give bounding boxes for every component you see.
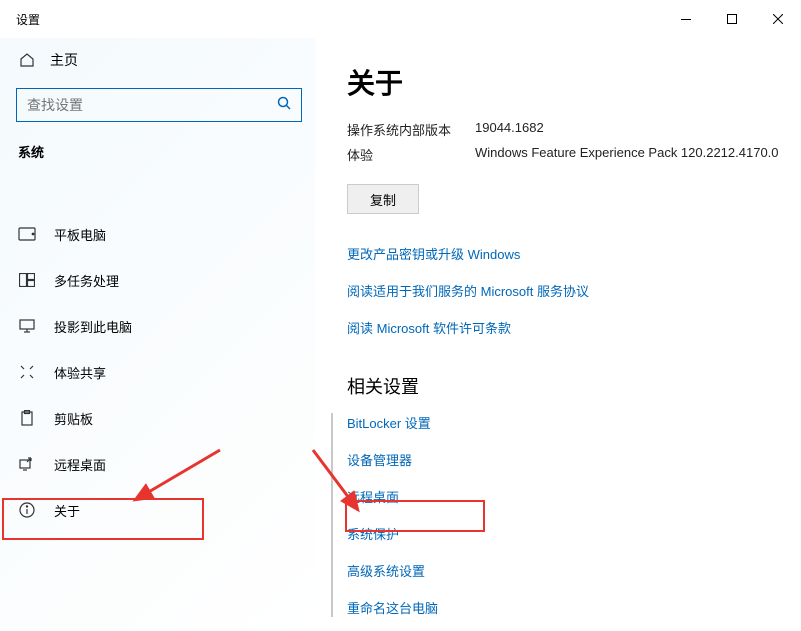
tablet-icon [18, 225, 36, 243]
clipboard-icon [18, 409, 36, 427]
page-title: 关于 [347, 62, 781, 102]
sidebar-item-shared-experiences[interactable]: 体验共享 [16, 349, 303, 395]
search-field[interactable] [27, 97, 269, 113]
close-button[interactable] [755, 3, 801, 35]
os-build-label: 操作系统内部版本 [347, 120, 475, 139]
section-title: 系统 [16, 142, 303, 161]
sidebar-item-projecting[interactable]: 投影到此电脑 [16, 303, 303, 349]
related-settings: BitLocker 设置 设备管理器 远程桌面 系统保护 高级系统设置 重命名这… [347, 413, 781, 617]
related-bar [331, 413, 333, 617]
link-license-terms[interactable]: 阅读 Microsoft 软件许可条款 [347, 318, 781, 337]
home-button[interactable]: 主页 [16, 38, 303, 82]
experience-row: 体验 Windows Feature Experience Pack 120.2… [347, 145, 781, 164]
shared-experiences-icon [18, 363, 36, 381]
home-icon [18, 51, 36, 69]
sidebar-item-clipboard[interactable]: 剪贴板 [16, 395, 303, 441]
sidebar-item-multitasking[interactable]: 多任务处理 [16, 257, 303, 303]
window-controls [663, 3, 801, 35]
main-content: 关于 操作系统内部版本 19044.1682 体验 Windows Featur… [315, 38, 801, 631]
maximize-button[interactable] [709, 3, 755, 35]
os-build-row: 操作系统内部版本 19044.1682 [347, 120, 781, 139]
sidebar-item-label: 剪贴板 [54, 409, 93, 428]
sidebar-item-label: 投影到此电脑 [54, 317, 132, 336]
window-title: 设置 [16, 11, 40, 28]
sidebar-item-remote-desktop[interactable]: 远程桌面 [16, 441, 303, 487]
link-change-product-key[interactable]: 更改产品密钥或升级 Windows [347, 244, 781, 263]
related-bitlocker[interactable]: BitLocker 设置 [347, 413, 781, 432]
link-service-agreement[interactable]: 阅读适用于我们服务的 Microsoft 服务协议 [347, 281, 781, 300]
sidebar: 主页 系统 平板电脑 多任务处理 [0, 38, 315, 631]
sidebar-item-label: 远程桌面 [54, 455, 106, 474]
related-settings-title: 相关设置 [347, 373, 781, 399]
info-icon [18, 501, 36, 519]
related-advanced-settings[interactable]: 高级系统设置 [347, 561, 781, 580]
related-rename-pc[interactable]: 重命名这台电脑 [347, 598, 781, 617]
sidebar-item-tablet[interactable]: 平板电脑 [16, 211, 303, 257]
link-list: 更改产品密钥或升级 Windows 阅读适用于我们服务的 Microsoft 服… [347, 244, 781, 337]
projecting-icon [18, 317, 36, 335]
sidebar-item-label: 多任务处理 [54, 271, 119, 290]
remote-desktop-icon [18, 455, 36, 473]
search-icon [277, 96, 291, 115]
multitasking-icon [18, 271, 36, 289]
experience-label: 体验 [347, 145, 475, 164]
related-remote-desktop[interactable]: 远程桌面 [347, 487, 781, 506]
search-input[interactable] [16, 88, 302, 122]
sidebar-item-label: 关于 [54, 501, 80, 520]
sidebar-item-label: 体验共享 [54, 363, 106, 382]
copy-button[interactable]: 复制 [347, 184, 419, 214]
os-build-value: 19044.1682 [475, 120, 781, 139]
minimize-button[interactable] [663, 3, 709, 35]
sidebar-item-label: 平板电脑 [54, 225, 106, 244]
home-label: 主页 [50, 50, 78, 70]
related-system-protection[interactable]: 系统保护 [347, 524, 781, 543]
titlebar: 设置 [0, 0, 801, 38]
sidebar-item-about[interactable]: 关于 [16, 487, 303, 533]
experience-value: Windows Feature Experience Pack 120.2212… [475, 145, 781, 164]
related-device-manager[interactable]: 设备管理器 [347, 450, 781, 469]
